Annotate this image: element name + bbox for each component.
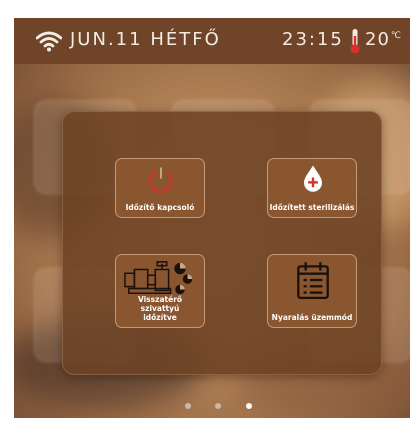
tile-label: Időzített sterilizálás	[269, 203, 355, 212]
weekday: HÉTFŐ	[150, 29, 221, 50]
page-dot-active[interactable]	[246, 403, 252, 409]
temperature-value: 20	[365, 29, 390, 50]
tile-label: Visszatérő szivattyú időzítve	[137, 295, 183, 322]
return-pump-timer-tile[interactable]: Visszatérő szivattyú időzítve	[115, 254, 205, 328]
device-screen: JUN.11 HÉTFŐ 23:15 20℃ Időzítő kapcsoló …	[14, 18, 410, 418]
status-bar: JUN.11 HÉTFŐ 23:15 20℃	[14, 18, 410, 64]
timed-sterilization-tile[interactable]: Időzített sterilizálás	[267, 158, 357, 218]
wifi-icon	[36, 31, 62, 52]
timer-switch-tile[interactable]: Időzítő kapcsoló	[115, 158, 205, 218]
clock: 23:15	[282, 29, 344, 50]
vacation-mode-tile[interactable]: Nyaralás üzemmód	[267, 254, 357, 328]
temperature-unit: ℃	[390, 31, 403, 41]
menu-panel: Időzítő kapcsoló Időzített sterilizálás	[62, 111, 382, 375]
power-timer-icon	[149, 167, 173, 193]
page-indicator	[185, 401, 265, 413]
droplet-plus-icon	[304, 165, 322, 192]
tile-label: Időzítő kapcsoló	[125, 203, 195, 212]
tile-label: Nyaralás üzemmód	[271, 313, 353, 322]
page-dot[interactable]	[215, 403, 221, 409]
date-weekday: JUN.11 HÉTFŐ	[70, 29, 221, 50]
calendar-icon	[297, 262, 329, 300]
thermometer-icon	[350, 29, 360, 54]
date: JUN.11	[70, 29, 143, 50]
page-dot[interactable]	[185, 403, 191, 409]
temperature: 20℃	[365, 29, 402, 50]
pump-timer-icon	[124, 261, 193, 295]
